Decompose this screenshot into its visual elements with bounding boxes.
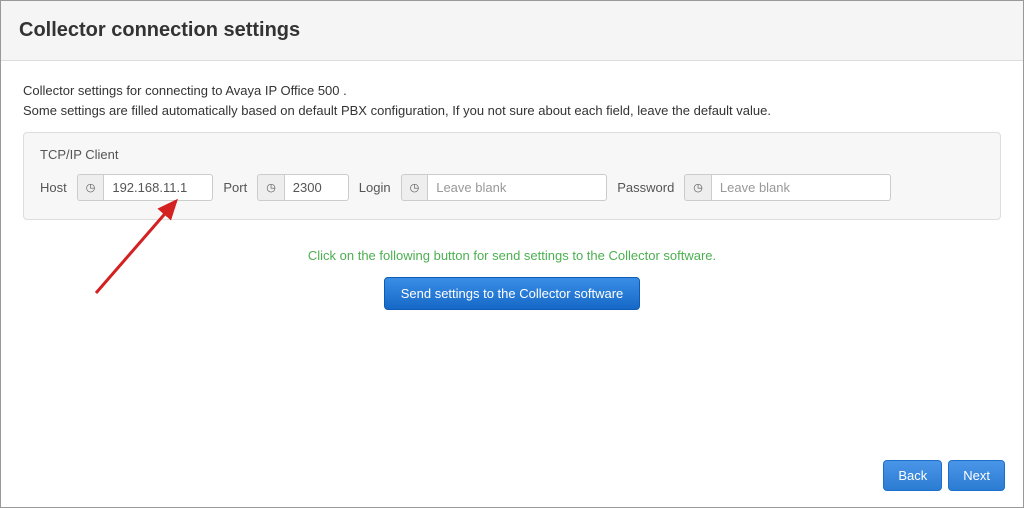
port-input[interactable] xyxy=(284,174,349,201)
clock-icon: ◷ xyxy=(257,174,284,201)
footer-buttons: Back Next xyxy=(883,460,1005,491)
panel-title: TCP/IP Client xyxy=(40,147,984,162)
field-row: Host ◷ Port ◷ Login ◷ Password ◷ xyxy=(40,174,984,201)
login-label: Login xyxy=(359,180,391,195)
login-input-group: ◷ xyxy=(401,174,608,201)
content-area: Collector settings for connecting to Ava… xyxy=(1,61,1023,330)
page-title: Collector connection settings xyxy=(19,19,1005,42)
clock-icon: ◷ xyxy=(401,174,428,201)
password-input-group: ◷ xyxy=(684,174,891,201)
port-label: Port xyxy=(223,180,247,195)
port-input-group: ◷ xyxy=(257,174,349,201)
page-header: Collector connection settings xyxy=(1,1,1023,61)
clock-icon: ◷ xyxy=(684,174,711,201)
password-label: Password xyxy=(617,180,674,195)
login-input[interactable] xyxy=(427,174,607,201)
tcp-ip-panel: TCP/IP Client Host ◷ Port ◷ Login ◷ Pass… xyxy=(23,132,1001,220)
host-input[interactable] xyxy=(103,174,213,201)
host-input-group: ◷ xyxy=(77,174,214,201)
send-settings-button[interactable]: Send settings to the Collector software xyxy=(384,277,641,310)
description-line-2: Some settings are filled automatically b… xyxy=(23,101,1001,121)
password-input[interactable] xyxy=(711,174,891,201)
hint-text: Click on the following button for send s… xyxy=(23,248,1001,263)
host-label: Host xyxy=(40,180,67,195)
next-button[interactable]: Next xyxy=(948,460,1005,491)
description-line-1: Collector settings for connecting to Ava… xyxy=(23,81,1001,101)
clock-icon: ◷ xyxy=(77,174,104,201)
description-text: Collector settings for connecting to Ava… xyxy=(23,81,1001,120)
send-button-wrap: Send settings to the Collector software xyxy=(23,277,1001,310)
back-button[interactable]: Back xyxy=(883,460,942,491)
